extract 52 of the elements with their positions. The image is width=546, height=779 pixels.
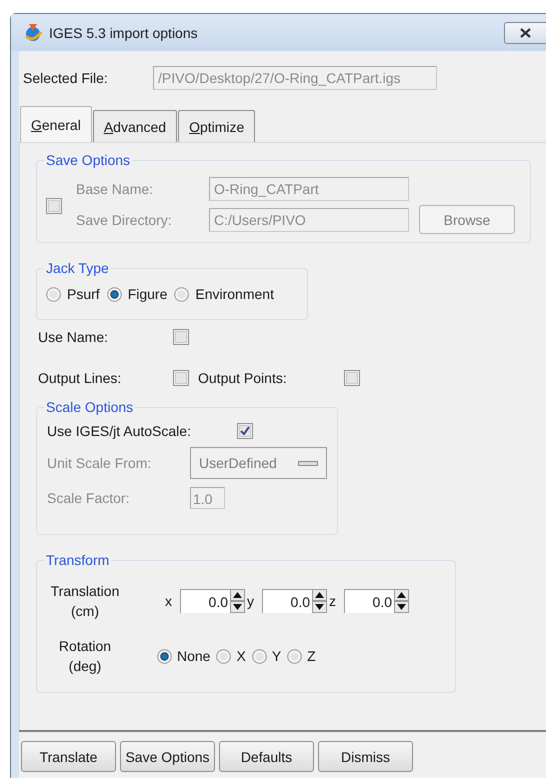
radio-label: Y bbox=[272, 648, 282, 664]
radio-button[interactable] bbox=[287, 648, 302, 664]
axis-label: x bbox=[165, 593, 172, 609]
number-field[interactable]: 0.0 bbox=[262, 589, 312, 613]
window-title: IGES 5.3 import options bbox=[49, 24, 198, 40]
field-label: Base Name: bbox=[76, 181, 154, 197]
app-icon[interactable] bbox=[23, 22, 43, 42]
radio-label: Environment bbox=[195, 286, 274, 302]
radio-label: Z bbox=[307, 648, 316, 664]
radio-label: X bbox=[236, 648, 246, 664]
tab[interactable]: General bbox=[20, 106, 92, 142]
axis-label: y bbox=[247, 593, 254, 609]
dialog-button[interactable]: Dismiss bbox=[318, 741, 413, 772]
checkbox[interactable] bbox=[173, 370, 189, 386]
field-label: Rotation bbox=[58, 637, 112, 656]
checkbox[interactable] bbox=[237, 423, 253, 439]
checkbox-label: Use IGES/jt AutoScale: bbox=[47, 423, 190, 439]
spin-buttons[interactable] bbox=[230, 589, 245, 613]
radio-button[interactable] bbox=[216, 648, 232, 664]
dialog-button[interactable]: Save Options bbox=[120, 741, 215, 772]
tab[interactable]: Optimize bbox=[178, 110, 256, 142]
radio-label: Psurf bbox=[67, 286, 100, 302]
number-field[interactable]: 0.0 bbox=[344, 589, 394, 613]
field-label: Scale Factor: bbox=[47, 490, 130, 506]
radio-button[interactable] bbox=[174, 286, 190, 302]
field-label: Save Directory: bbox=[76, 212, 173, 228]
radio-button[interactable] bbox=[252, 648, 267, 664]
spin-buttons[interactable] bbox=[312, 589, 327, 613]
checkbox[interactable] bbox=[173, 329, 189, 345]
unit-label: (cm) bbox=[71, 602, 99, 621]
radio-button[interactable] bbox=[106, 286, 122, 302]
checkbox-label: Use Name: bbox=[38, 329, 110, 345]
radio-label: Figure bbox=[128, 286, 168, 302]
tab[interactable]: Advanced bbox=[92, 110, 178, 142]
radio-button[interactable] bbox=[46, 286, 61, 302]
field-label: Selected File: bbox=[23, 70, 109, 86]
dialog-button[interactable]: Defaults bbox=[219, 741, 314, 772]
checkbox[interactable] bbox=[344, 370, 360, 386]
checkbox[interactable] bbox=[46, 198, 62, 214]
checkbox-label: Output Lines: bbox=[38, 370, 122, 386]
unit-label: (deg) bbox=[68, 657, 102, 676]
radio-button[interactable] bbox=[157, 648, 172, 664]
field-label: Unit Scale From: bbox=[47, 455, 152, 471]
close-icon bbox=[520, 28, 531, 38]
close-button[interactable] bbox=[504, 22, 546, 44]
radio-label: None bbox=[177, 648, 210, 664]
spin-buttons[interactable] bbox=[394, 589, 409, 613]
axis-label: z bbox=[329, 593, 336, 609]
dialog-button[interactable]: Translate bbox=[21, 741, 116, 772]
number-field[interactable]: 0.0 bbox=[180, 589, 230, 613]
checkbox-label: Output Points: bbox=[198, 370, 288, 386]
field-label: Translation bbox=[50, 582, 120, 601]
